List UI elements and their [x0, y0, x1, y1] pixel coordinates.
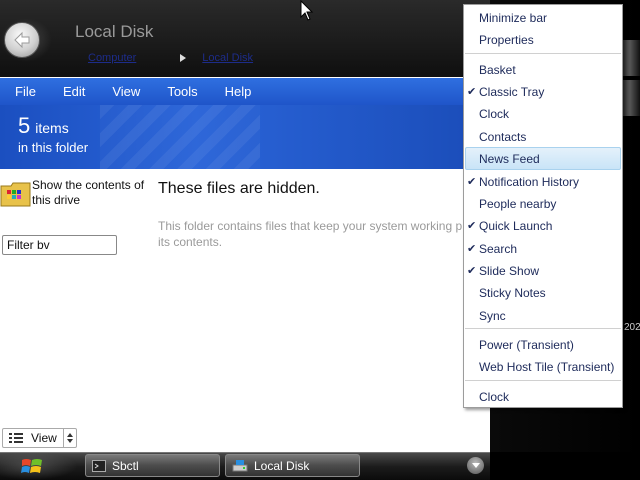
- check-icon: ✔: [467, 264, 477, 277]
- taskbar-expand-chevron-icon[interactable]: [467, 457, 484, 474]
- menu-item-contacts[interactable]: Contacts: [479, 130, 526, 144]
- taskbar-button-label: Local Disk: [254, 458, 310, 473]
- menu-edit[interactable]: Edit: [63, 84, 85, 99]
- mouse-cursor-icon: [300, 0, 314, 21]
- menu-item-sticky-notes[interactable]: Sticky Notes: [479, 286, 546, 300]
- taskbar-button-local-disk[interactable]: Local Disk: [225, 454, 360, 477]
- back-arrow-icon: [14, 31, 30, 49]
- menu-item-news-feed[interactable]: News Feed: [479, 152, 540, 166]
- windows-logo-icon: [21, 459, 42, 473]
- menu-item-search[interactable]: Search: [479, 242, 517, 256]
- breadcrumb-local-disk[interactable]: Local Disk: [202, 52, 253, 64]
- breadcrumb-arrow-icon[interactable]: [180, 54, 187, 62]
- breadcrumb: Computer Local Disk: [88, 52, 253, 64]
- drive-icon: [232, 459, 248, 471]
- title-bar: [0, 0, 490, 77]
- menu-tools[interactable]: Tools: [167, 84, 197, 99]
- menu-separator: [465, 380, 621, 381]
- item-count: 5 items: [18, 113, 69, 139]
- banner-decoration: [100, 105, 260, 169]
- context-menu: Minimize bar Properties Basket ✔ Classic…: [463, 4, 623, 408]
- menu-separator: [465, 328, 621, 329]
- check-icon: ✔: [467, 219, 477, 232]
- show-contents-label: Show the contents of this drive: [32, 178, 145, 207]
- taskbar-tray-area: [490, 452, 640, 480]
- folder-icon: [0, 178, 32, 210]
- hidden-files-heading: These files are hidden.: [158, 180, 320, 197]
- menu-item-people-nearby[interactable]: People nearby: [479, 197, 556, 211]
- start-button[interactable]: [14, 454, 50, 480]
- back-button[interactable]: [4, 22, 40, 58]
- sidebar-gadget-edge: [620, 80, 640, 116]
- menu-item-minimize-bar[interactable]: Minimize bar: [479, 11, 547, 25]
- view-selector[interactable]: View: [2, 428, 77, 448]
- menu-item-notification-history[interactable]: Notification History: [479, 175, 579, 189]
- menu-item-clock-bottom[interactable]: Clock: [479, 390, 509, 404]
- menu-item-properties[interactable]: Properties: [479, 33, 534, 47]
- spinner-down-icon[interactable]: [67, 439, 73, 443]
- menu-view[interactable]: View: [112, 84, 140, 99]
- breadcrumb-computer[interactable]: Computer: [88, 52, 136, 64]
- view-label: View: [31, 431, 57, 445]
- check-icon: ✔: [467, 85, 477, 98]
- spinner-up-icon[interactable]: [67, 433, 73, 437]
- window-title: Local Disk: [75, 22, 154, 41]
- view-spinner[interactable]: [63, 429, 76, 447]
- item-count-label: items: [35, 120, 69, 136]
- item-count-subtitle: in this folder: [18, 140, 89, 155]
- info-banner: [0, 105, 490, 169]
- check-icon: ✔: [467, 242, 477, 255]
- menu-item-basket[interactable]: Basket: [479, 63, 516, 77]
- menu-item-slide-show[interactable]: Slide Show: [479, 264, 539, 278]
- menu-file[interactable]: File: [15, 84, 36, 99]
- sidebar-gadget-edge: [620, 40, 640, 76]
- item-count-number: 5: [18, 113, 31, 138]
- menu-item-sync[interactable]: Sync: [479, 309, 506, 323]
- desktop-edge-text: 202: [624, 322, 640, 333]
- menu-help[interactable]: Help: [225, 84, 252, 99]
- menu-bar: File Edit View Tools Help: [0, 78, 490, 105]
- taskbar-button-sbctl[interactable]: Sbctl: [85, 454, 220, 477]
- filter-input[interactable]: [2, 235, 117, 255]
- hidden-files-description: This folder contains files that keep you…: [158, 219, 463, 233]
- explorer-window: Local Disk Computer Local Disk File Edit…: [0, 0, 490, 452]
- hidden-files-description-cont: its contents.: [158, 235, 223, 249]
- menu-item-clock[interactable]: Clock: [479, 107, 509, 121]
- show-contents-link[interactable]: Show the contents of this drive: [0, 176, 150, 216]
- menu-item-web-host-tile[interactable]: Web Host Tile (Transient): [479, 360, 614, 374]
- menu-separator: [465, 53, 621, 54]
- menu-item-quick-launch[interactable]: Quick Launch: [479, 219, 552, 233]
- terminal-icon: [92, 459, 106, 472]
- menu-item-power-transient[interactable]: Power (Transient): [479, 338, 574, 352]
- list-view-icon: [9, 433, 23, 443]
- taskbar-button-label: Sbctl: [112, 458, 139, 473]
- menu-item-classic-tray[interactable]: Classic Tray: [479, 85, 544, 99]
- check-icon: ✔: [467, 175, 477, 188]
